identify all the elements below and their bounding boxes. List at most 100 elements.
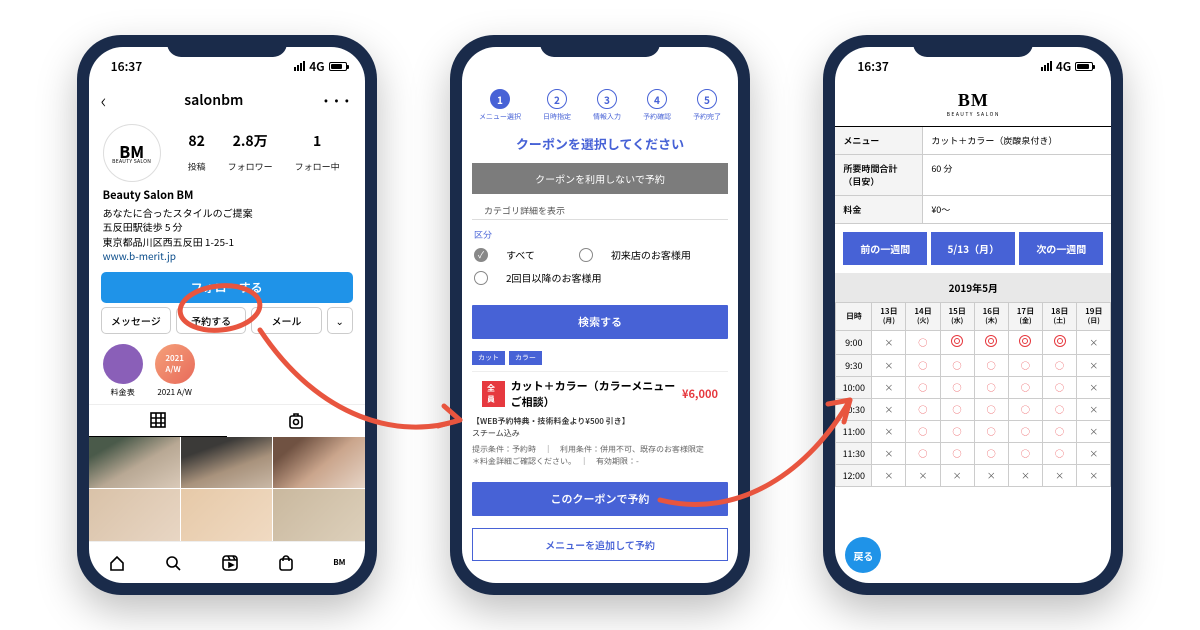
back-button[interactable]: 戻る	[845, 537, 881, 573]
tag-icon	[287, 411, 305, 429]
slot-available[interactable]: ◯	[906, 421, 940, 443]
category-detail-link[interactable]: カテゴリ詳細を表示	[472, 202, 728, 220]
radio-all[interactable]	[474, 248, 488, 262]
search-icon[interactable]	[164, 554, 182, 572]
slot-available[interactable]: ◯	[1008, 355, 1042, 377]
slot-available[interactable]: ◯	[1043, 421, 1077, 443]
prev-week-button[interactable]: 前の一週間	[843, 232, 927, 265]
slot-available[interactable]: ◯	[906, 443, 940, 465]
slot-available[interactable]: ◯	[906, 399, 940, 421]
use-coupon-button[interactable]: このクーポンで予約	[472, 482, 728, 516]
follow-button[interactable]: フォローする	[101, 272, 353, 303]
add-menu-button[interactable]: メニューを追加して予約	[472, 528, 728, 561]
slot-available[interactable]: ◯	[940, 355, 974, 377]
stat-followers[interactable]: 2.8万フォロワー	[228, 131, 273, 175]
current-date[interactable]: 5/13（月）	[931, 232, 1015, 265]
slot-available[interactable]: ◯	[1008, 443, 1042, 465]
status-net: 4G	[309, 58, 324, 75]
slot-available[interactable]: ◯	[974, 399, 1008, 421]
suggestions-button[interactable]: ⌄	[327, 307, 353, 334]
slot-available[interactable]: ◯	[940, 421, 974, 443]
step-4: 4予約確認	[643, 89, 671, 122]
search-button[interactable]: 検索する	[472, 305, 728, 339]
slot-unavailable: ×	[1077, 421, 1111, 443]
highlight-2[interactable]: 2021A/W2021 A/W	[155, 344, 195, 398]
skip-coupon-button[interactable]: クーポンを利用しないで予約	[472, 163, 728, 194]
post-thumb[interactable]	[89, 489, 180, 541]
email-button[interactable]: メール	[251, 307, 321, 334]
profile-nav-icon[interactable]: BM	[333, 557, 345, 568]
slot-available[interactable]: ◯	[1043, 355, 1077, 377]
message-button[interactable]: メッセージ	[101, 307, 171, 334]
slot-available[interactable]	[1043, 331, 1077, 355]
slot-available[interactable]: ◯	[974, 377, 1008, 399]
post-thumb[interactable]	[181, 437, 272, 489]
slot-available[interactable]: ◯	[906, 331, 940, 355]
reels-icon[interactable]	[221, 554, 239, 572]
slot-available[interactable]: ◯	[940, 377, 974, 399]
slot-unavailable: ×	[1043, 465, 1077, 487]
slot-unavailable: ×	[1077, 355, 1111, 377]
post-thumb[interactable]	[181, 489, 272, 541]
post-thumb[interactable]	[273, 489, 364, 541]
slot-available[interactable]: ◯	[1008, 399, 1042, 421]
signal-icon	[294, 61, 305, 71]
stat-posts[interactable]: 82投稿	[188, 131, 206, 175]
slot-available[interactable]	[1008, 331, 1042, 355]
slot-available[interactable]: ◯	[1008, 377, 1042, 399]
slot-unavailable: ×	[1077, 443, 1111, 465]
slot-available[interactable]	[940, 331, 974, 355]
next-week-button[interactable]: 次の一週間	[1019, 232, 1103, 265]
back-icon[interactable]: ‹	[101, 85, 107, 114]
more-icon[interactable]: ···	[321, 88, 352, 112]
profile-link[interactable]: www.b-merit.jp	[103, 248, 176, 263]
slot-available[interactable]: ◯	[974, 421, 1008, 443]
slot-unavailable: ×	[872, 355, 906, 377]
slot-available[interactable]	[974, 331, 1008, 355]
slot-available[interactable]: ◯	[1008, 421, 1042, 443]
coupon-name: カット＋カラー（カラーメニューご相談）	[511, 378, 676, 410]
avatar[interactable]: BMBEAUTY SALON	[103, 124, 161, 182]
tag-color: カラー	[509, 351, 542, 365]
post-thumb[interactable]	[273, 437, 364, 489]
slot-available[interactable]: ◯	[974, 443, 1008, 465]
slot-unavailable: ×	[1077, 399, 1111, 421]
phone-coupon: 1メニュー選択2日時指定3情報入力4予約確認5予約完了 クーポンを選択してくださ…	[450, 35, 750, 595]
salon-logo: BMBEAUTY SALON	[835, 79, 1111, 127]
slot-unavailable: ×	[1077, 331, 1111, 355]
step-5: 5予約完了	[693, 89, 721, 122]
slot-available[interactable]: ◯	[974, 355, 1008, 377]
home-icon[interactable]	[108, 554, 126, 572]
profile-name: Beauty Salon BM	[103, 188, 351, 204]
tab-grid[interactable]	[89, 405, 227, 437]
slot-unavailable: ×	[872, 331, 906, 355]
slot-unavailable: ×	[872, 421, 906, 443]
slot-available[interactable]: ◯	[1043, 399, 1077, 421]
slot-available[interactable]: ◯	[940, 443, 974, 465]
book-button[interactable]: 予約する	[176, 307, 246, 334]
slot-available[interactable]: ◯	[940, 399, 974, 421]
highlight-1[interactable]: 料金表	[103, 344, 143, 398]
highlight-icon: 2021A/W	[155, 344, 195, 384]
slot-unavailable: ×	[940, 465, 974, 487]
radio-repeat[interactable]	[474, 271, 488, 285]
shop-icon[interactable]	[277, 554, 295, 572]
radio-first[interactable]	[579, 248, 593, 262]
slot-available[interactable]: ◯	[906, 377, 940, 399]
grid-icon	[149, 411, 167, 429]
battery-icon	[329, 62, 347, 71]
phone-instagram: 16:37 4G ‹ salonbm ··· BMBEAUTY SALON	[77, 35, 377, 595]
slot-available[interactable]: ◯	[906, 355, 940, 377]
slot-unavailable: ×	[1008, 465, 1042, 487]
stat-following[interactable]: 1フォロー中	[295, 131, 340, 175]
month-header: 2019年5月	[835, 273, 1111, 302]
coupon-badge: 全員	[482, 381, 505, 407]
slot-available[interactable]: ◯	[1043, 377, 1077, 399]
tab-tagged[interactable]	[227, 405, 365, 437]
slot-unavailable: ×	[906, 465, 940, 487]
phone-notch	[913, 35, 1033, 57]
slot-available[interactable]: ◯	[1043, 443, 1077, 465]
slot-unavailable: ×	[872, 443, 906, 465]
progress-steps: 1メニュー選択2日時指定3情報入力4予約確認5予約完了	[462, 79, 738, 126]
post-thumb[interactable]	[89, 437, 180, 489]
